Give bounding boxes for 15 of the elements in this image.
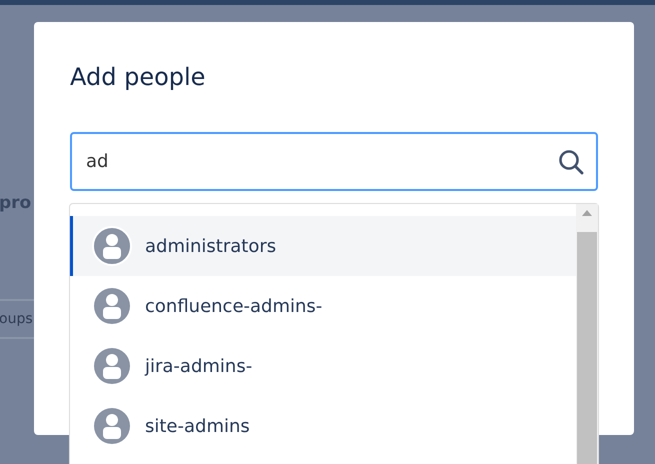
search-icon bbox=[558, 148, 584, 174]
avatar-icon bbox=[92, 346, 132, 386]
result-name: jira-admins- bbox=[145, 356, 252, 376]
result-name: administrators bbox=[145, 236, 276, 256]
avatar-icon bbox=[92, 226, 132, 266]
scrollbar[interactable] bbox=[576, 204, 598, 464]
avatar-icon bbox=[92, 286, 132, 326]
scroll-up-icon[interactable] bbox=[582, 210, 592, 216]
background-heading: pro bbox=[0, 193, 32, 213]
dialog-title: Add people bbox=[70, 62, 206, 93]
result-name: confluence-admins- bbox=[145, 296, 322, 316]
scrollbar-thumb[interactable] bbox=[577, 232, 597, 464]
result-item[interactable]: administrators bbox=[70, 216, 576, 276]
avatar-icon bbox=[92, 406, 132, 446]
result-name: site-admins bbox=[145, 416, 250, 436]
